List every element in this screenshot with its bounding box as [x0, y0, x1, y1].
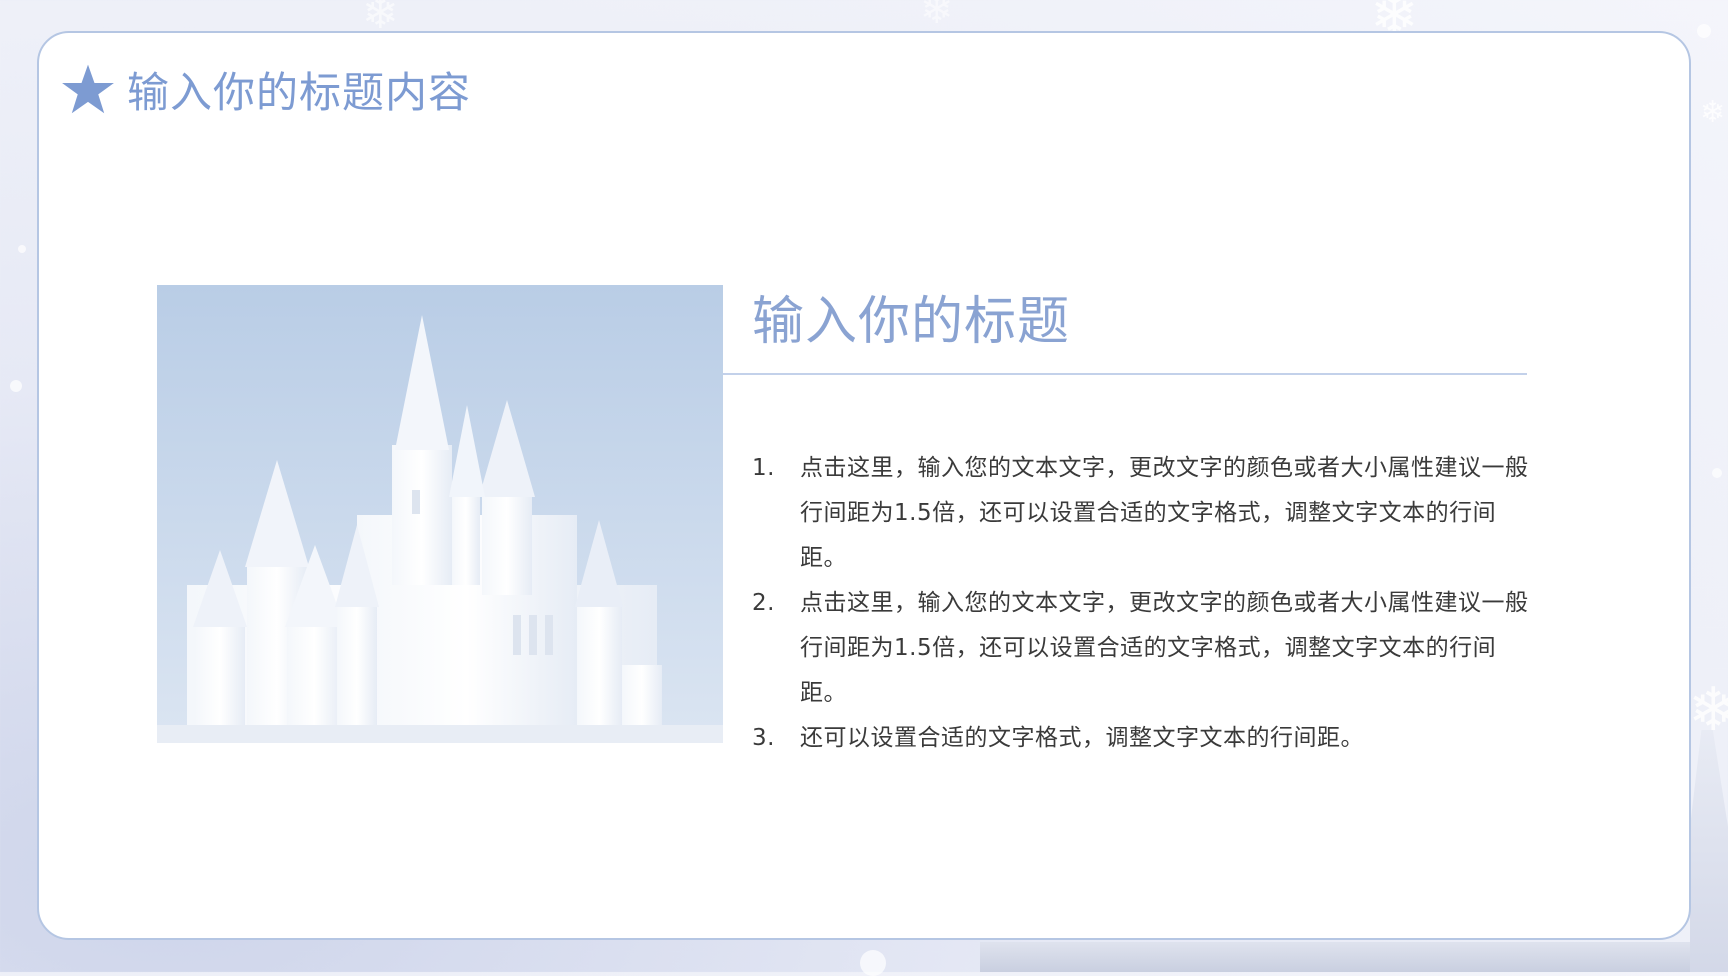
- background-castle: [980, 942, 1700, 972]
- list-item: 1. 点击这里，输入您的文本文字，更改文字的颜色或者大小属性建议一般行间距为1.…: [752, 446, 1532, 581]
- list-item-number: 1.: [752, 455, 775, 481]
- snowflake-icon: ❄: [920, 0, 954, 33]
- list-item-text: 还可以设置合适的文字格式，调整文字文本的行间距。: [800, 725, 1364, 751]
- list-item: 2. 点击这里，输入您的文本文字，更改文字的颜色或者大小属性建议一般行间距为1.…: [752, 581, 1532, 716]
- list-item-number: 2.: [752, 590, 775, 616]
- star-icon: [62, 64, 114, 113]
- section-title: 输入你的标题: [752, 292, 1071, 352]
- divider: [723, 373, 1527, 375]
- list-item-number: 3.: [752, 725, 775, 751]
- list-item-text: 点击这里，输入您的文本文字，更改文字的颜色或者大小属性建议一般行间距为1.5倍，…: [800, 455, 1529, 571]
- background-spire: [1690, 730, 1728, 972]
- castle-image: [157, 285, 723, 743]
- list-item: 3. 还可以设置合适的文字格式，调整文字文本的行间距。: [752, 716, 1532, 761]
- snow-dot: [18, 245, 26, 253]
- snow-dot: [1697, 24, 1711, 38]
- snowflake-icon: ❄: [1700, 95, 1726, 130]
- content-card: 输入你的标题内容 输入你的标题 1. 点击这里，输入您的文本文字，更改文字的颜色…: [37, 31, 1691, 940]
- list-item-text: 点击这里，输入您的文本文字，更改文字的颜色或者大小属性建议一般行间距为1.5倍，…: [800, 590, 1529, 706]
- page-title: 输入你的标题内容: [127, 68, 472, 117]
- slide-header: 输入你的标题内容: [61, 59, 471, 120]
- snow-dot: [860, 950, 886, 976]
- snow-dot: [10, 380, 22, 392]
- content-list: 1. 点击这里，输入您的文本文字，更改文字的颜色或者大小属性建议一般行间距为1.…: [752, 446, 1532, 761]
- snow-dot: [1712, 468, 1722, 478]
- snowflake-icon: ❄: [1688, 675, 1728, 745]
